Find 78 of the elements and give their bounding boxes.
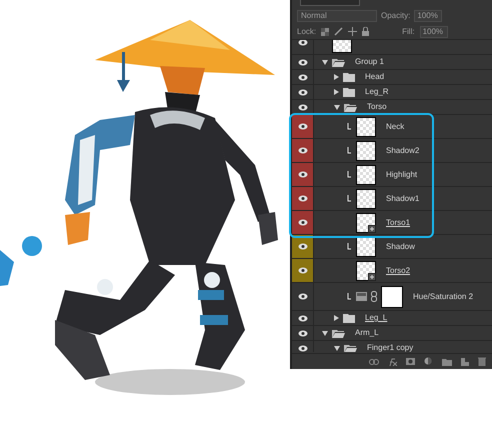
layer-row[interactable]: Shadow2 — [292, 139, 492, 163]
eye-icon[interactable] — [298, 330, 308, 336]
layer-name: Shadow — [386, 240, 415, 252]
folder-icon — [343, 72, 355, 82]
link-icon[interactable] — [369, 358, 379, 364]
layer-name: Arm_L — [355, 327, 379, 339]
layer-name: Neck — [386, 120, 404, 132]
layer-row[interactable]: Hue/Saturation 2 — [292, 283, 492, 311]
open-folder-icon — [344, 344, 357, 352]
eye-icon[interactable] — [298, 267, 308, 274]
layer-row[interactable]: Leg_L — [292, 311, 492, 326]
lock-icon[interactable] — [362, 27, 370, 36]
panel-field[interactable] — [300, 0, 360, 6]
eye-icon[interactable] — [298, 195, 308, 202]
opacity-label: Opacity: — [381, 10, 410, 22]
eye-icon[interactable] — [298, 123, 308, 130]
caret-down-icon[interactable] — [322, 330, 328, 336]
eye-icon[interactable] — [298, 58, 308, 66]
layer-row[interactable]: Arm_L — [292, 326, 492, 341]
adjustment-layer-icon — [356, 292, 367, 301]
caret-down-icon[interactable] — [322, 60, 328, 64]
layer-name: Shadow1 — [386, 192, 420, 204]
folder-icon — [343, 88, 355, 96]
layer-name: Torso2 — [386, 264, 410, 276]
layer-name: Leg_L — [365, 312, 388, 324]
fill-label: Fill: — [402, 26, 415, 38]
fx-icon[interactable] — [388, 358, 397, 366]
layer-row[interactable]: Shadow1 — [292, 187, 492, 211]
folder-icon[interactable] — [442, 358, 452, 366]
smart-object-icon — [368, 272, 376, 280]
blend-mode-dropdown[interactable]: Normal — [297, 10, 377, 22]
eye-icon[interactable] — [298, 171, 308, 178]
eye-icon[interactable] — [298, 74, 308, 80]
layer-name: Group 1 — [355, 56, 384, 68]
layer-name: Finger1 copy — [367, 342, 414, 352]
layer-name: Highlight — [386, 168, 418, 180]
layer-row[interactable]: Leg_R — [292, 85, 492, 100]
open-folder-icon — [332, 58, 345, 66]
layer-row[interactable]: Group 1 — [292, 55, 492, 70]
folder-icon — [343, 314, 355, 322]
layer-row[interactable]: Shadow — [292, 235, 492, 259]
caret-down-icon[interactable] — [334, 346, 340, 350]
open-folder-icon — [332, 328, 345, 338]
caret-right-icon[interactable] — [334, 315, 339, 321]
mask-icon[interactable] — [406, 358, 415, 365]
caret-right-icon[interactable] — [334, 89, 339, 95]
eye-icon[interactable] — [298, 88, 308, 96]
trash-icon[interactable] — [478, 357, 486, 366]
caret-down-icon[interactable] — [334, 104, 340, 110]
mask-thumbnail — [381, 286, 403, 308]
eye-icon[interactable] — [298, 293, 308, 300]
eye-icon[interactable] — [298, 314, 308, 322]
layer-name: Torso — [367, 101, 387, 113]
chain-link-icon[interactable] — [371, 291, 377, 302]
eye-icon[interactable] — [298, 243, 308, 250]
caret-right-icon[interactable] — [334, 74, 339, 80]
smart-object-icon — [368, 224, 376, 232]
lock-label: Lock: — [297, 26, 316, 38]
layer-row[interactable]: Head — [292, 70, 492, 85]
open-folder-icon — [344, 102, 357, 112]
eye-icon[interactable] — [298, 147, 308, 154]
layer-name: Torso1 — [386, 216, 410, 228]
layer-row[interactable]: Torso1 — [292, 211, 492, 235]
opacity-field[interactable]: 100% — [414, 10, 442, 22]
layer-row[interactable]: Torso2 — [292, 259, 492, 283]
lock-pixels-icon[interactable] — [321, 28, 330, 36]
layer-name: Leg_R — [365, 86, 389, 98]
eye-icon[interactable] — [298, 40, 308, 46]
eye-icon[interactable] — [298, 344, 308, 352]
fill-field[interactable]: 100% — [420, 26, 448, 38]
layer-name: Hue/Saturation 2 — [413, 290, 474, 302]
eye-icon[interactable] — [298, 219, 308, 226]
layer-row[interactable]: Highlight — [292, 163, 492, 187]
move-icon[interactable] — [348, 27, 358, 36]
eye-icon[interactable] — [298, 104, 308, 110]
layer-name: Head — [365, 71, 384, 83]
adjustment-icon[interactable] — [424, 357, 433, 366]
layer-name: Shadow2 — [386, 144, 420, 156]
